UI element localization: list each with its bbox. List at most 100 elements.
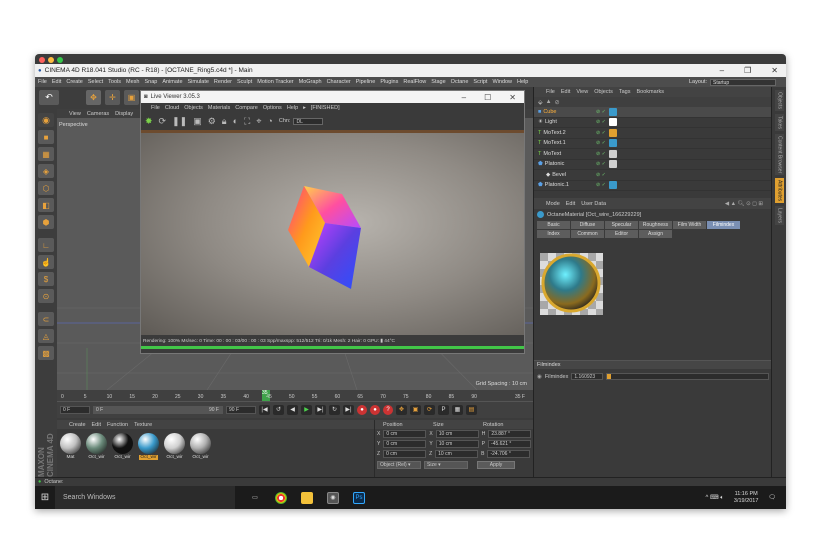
render-output[interactable] (141, 130, 524, 335)
om-menu-edit[interactable]: Edit (561, 89, 570, 95)
material-tag-icon[interactable] (608, 139, 617, 148)
menu-animate[interactable]: Animate (162, 79, 182, 85)
om-menu-tags[interactable]: Tags (619, 89, 631, 95)
scale-tool-icon[interactable]: ✛ (105, 90, 120, 105)
position-field[interactable]: 0 cm (383, 440, 427, 448)
task-view-icon[interactable]: ▭ (249, 492, 261, 504)
menu-edit[interactable]: Edit (52, 79, 61, 85)
mat-menu-edit[interactable]: Edit (92, 422, 101, 428)
attr-tab[interactable]: Basic (537, 221, 570, 229)
material-tag-icon[interactable] (608, 181, 617, 190)
object-row[interactable]: T MoText.1 ⊘ ✓ (534, 139, 771, 149)
layer-icon[interactable]: ▲ (546, 99, 552, 105)
material-item[interactable]: Oct_wir (163, 433, 186, 460)
side-tab[interactable]: Takes (774, 113, 784, 132)
key-pla-icon[interactable]: ▦ (452, 404, 463, 415)
key-position-icon[interactable]: ✥ (396, 404, 407, 415)
material-tag-icon[interactable] (608, 160, 617, 169)
apply-button[interactable]: Apply (477, 461, 515, 469)
attr-menu-mode[interactable]: Mode (546, 201, 560, 207)
menu-simulate[interactable]: Simulate (188, 79, 209, 85)
filmindex-section[interactable]: Filmindex (534, 360, 772, 369)
menu-pipeline[interactable]: Pipeline (356, 79, 376, 85)
filmindex-slider[interactable] (606, 373, 770, 380)
texture-mode-icon[interactable]: ▦ (38, 147, 54, 161)
attr-tab[interactable]: Editor (605, 230, 638, 238)
side-tab[interactable]: Attributes (774, 178, 784, 204)
notifications-icon[interactable]: 🗨︎ (768, 494, 776, 501)
end-frame-field[interactable]: 90 F (226, 405, 256, 414)
lock-icon[interactable]: 🔒︎ (222, 116, 227, 127)
lv-menu-item[interactable]: Cloud (165, 105, 179, 111)
menu-mograph[interactable]: MoGraph (299, 79, 322, 85)
attr-nav-icons[interactable]: ◀ ▲ 🔍︎ ⊙ ◻ ⊞ (725, 201, 763, 207)
rotation-field[interactable]: 23.887 ° (488, 430, 532, 438)
viewport-menu-view[interactable]: View (69, 111, 81, 117)
model-mode-icon[interactable]: ■ (38, 130, 54, 144)
filter-icon[interactable]: ⬙ (538, 99, 543, 106)
material-tag-icon[interactable] (608, 149, 617, 158)
next-key-icon[interactable]: ↻ (329, 404, 340, 415)
object-row[interactable]: T MoText.2 ⊘ ✓ (534, 128, 771, 139)
size-field[interactable]: 10 cm (435, 440, 479, 448)
lv-menu-item[interactable]: Help (287, 105, 298, 111)
zoom-dot-icon[interactable] (57, 57, 63, 63)
object-visibility-flags[interactable]: ⊘ ✓ (596, 130, 606, 136)
object-visibility-flags[interactable]: ⊘ ✓ (596, 182, 606, 188)
object-visibility-flags[interactable]: ⊘ ✓ (596, 151, 606, 157)
menu-plugins[interactable]: Plugins (380, 79, 398, 85)
filmindex-radio-icon[interactable]: ◉ (537, 374, 542, 380)
menu-script[interactable]: Script (473, 79, 487, 85)
object-row[interactable]: ☀ Light ⊘ ✓ (534, 118, 771, 128)
object-row[interactable]: ⬟ Platonic.1 ⊘ ✓ (534, 181, 771, 191)
record-icon[interactable]: ● (357, 404, 367, 415)
material-tag-icon[interactable] (608, 128, 617, 137)
photoshop-icon[interactable]: Ps (353, 491, 365, 504)
lv-close-button[interactable]: ✕ (509, 93, 516, 102)
attr-tab[interactable]: Assign (639, 230, 672, 238)
material-item[interactable]: Oct_wir (111, 433, 134, 460)
coord-size-select[interactable]: Size ▾ (424, 461, 468, 469)
menu-select[interactable]: Select (88, 79, 103, 85)
side-tab[interactable]: Layers (774, 206, 784, 226)
next-frame-icon[interactable]: ▶| (315, 404, 326, 415)
om-menu-file[interactable]: File (546, 89, 555, 95)
clock[interactable]: 11:16 PM 3/19/2017 (734, 491, 758, 504)
settings-gear-icon[interactable]: ⚙ (208, 116, 216, 127)
attr-tab[interactable]: Roughness (639, 221, 672, 229)
menu-create[interactable]: Create (66, 79, 83, 85)
move-tool-icon[interactable]: ✥ (86, 90, 101, 105)
material-item[interactable]: Oct_wir (137, 433, 160, 460)
menu-file[interactable]: File (38, 79, 47, 85)
side-tab[interactable]: Content Browser (774, 134, 784, 176)
attr-menu-userdata[interactable]: User Data (581, 201, 606, 207)
lv-menu-item[interactable]: Materials (208, 105, 230, 111)
menu-window[interactable]: Window (492, 79, 512, 85)
chrome-icon[interactable] (275, 491, 287, 504)
attr-tab[interactable]: Specular (605, 221, 638, 229)
size-field[interactable]: 10 cm (435, 450, 479, 458)
lv-menu-item[interactable]: File (151, 105, 160, 111)
position-field[interactable]: 0 cm (383, 450, 427, 458)
lv-maximize-button[interactable]: ☐ (484, 93, 491, 102)
menu-mesh[interactable]: Mesh (126, 79, 139, 85)
goto-end-icon[interactable]: ▶| (343, 404, 354, 415)
send-scene-icon[interactable]: ✸ (145, 116, 153, 127)
timeline-ruler[interactable]: 35 35 F 0 5 10 15 20 25 30 35 40 45 50 55 60 65 70 75 80… (57, 390, 533, 402)
snap-icon[interactable]: $ (38, 272, 54, 286)
clay-mode-icon[interactable]: ◔ (267, 116, 272, 126)
object-visibility-flags[interactable]: ⊘ ✓ (596, 140, 606, 146)
object-row[interactable]: ■ Cube ⊘ ✓ (534, 107, 771, 118)
magnet-icon[interactable]: ⊂ (38, 312, 54, 326)
sculpt-icon[interactable]: ◬ (38, 329, 54, 343)
menu-realflow[interactable]: RealFlow (403, 79, 426, 85)
grid-icon[interactable]: ▩ (38, 346, 54, 360)
bookmark-icon[interactable]: ⊘ (555, 99, 560, 106)
coord-mode-select[interactable]: Object (Rel) ▾ (377, 461, 421, 469)
menu-character[interactable]: Character (327, 79, 351, 85)
tray-icons[interactable]: ^ ⌨ 🔈︎ (705, 494, 723, 502)
menu-sculpt[interactable]: Sculpt (237, 79, 252, 85)
make-editable-icon[interactable]: ◉ (38, 113, 54, 127)
mat-menu-function[interactable]: Function (107, 422, 128, 428)
material-item[interactable]: Mat (59, 433, 82, 460)
